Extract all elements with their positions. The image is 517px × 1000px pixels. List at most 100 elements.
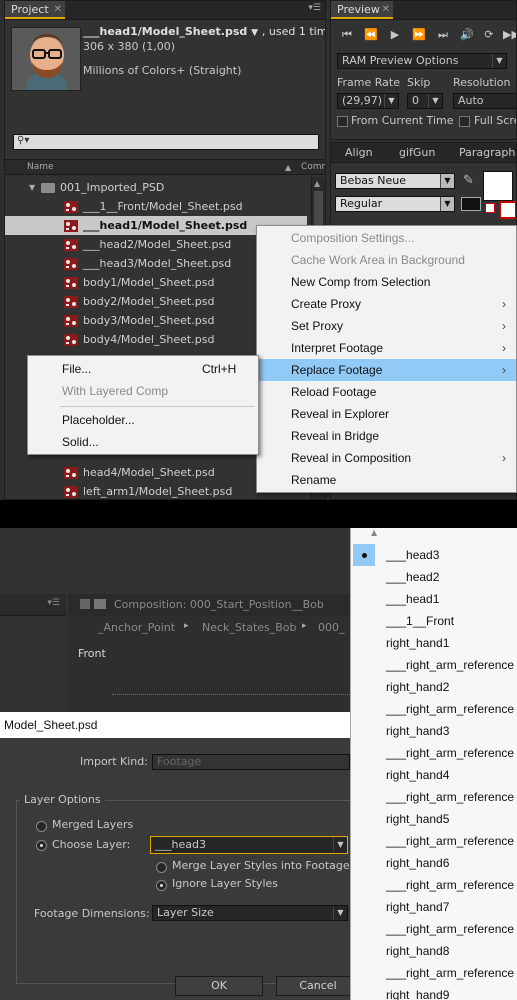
first-frame-icon[interactable]: ⏮ xyxy=(339,28,355,42)
menu-item-reveal-in-explorer[interactable]: Reveal in Explorer xyxy=(257,403,516,425)
merged-layers-radio[interactable] xyxy=(36,821,47,832)
tab-gifgun[interactable]: gifGun xyxy=(399,144,435,161)
menu-item-reveal-in-bridge[interactable]: Reveal in Bridge xyxy=(257,425,516,447)
ignore-layer-styles-radio[interactable] xyxy=(156,880,167,891)
layer-option[interactable]: ___right_arm_reference xyxy=(351,962,517,984)
column-comment[interactable]: Comm xyxy=(301,160,325,175)
ram-preview-options-select[interactable]: RAM Preview Options ▼ xyxy=(337,53,507,69)
tab-preview[interactable]: Preview ✕ xyxy=(331,1,393,19)
menu-item-reveal-in-composition[interactable]: Reveal in Composition › xyxy=(257,447,516,469)
panel-menu-icon[interactable]: ▾☰ xyxy=(308,3,321,13)
menu-item-solid[interactable]: Solid... xyxy=(28,431,258,453)
menu-item-replace-footage[interactable]: Replace Footage › xyxy=(257,359,516,381)
project-item-label: body3/Model_Sheet.psd xyxy=(83,314,215,327)
layer-option[interactable]: ___right_arm_reference xyxy=(351,654,517,676)
sort-icon[interactable]: ▲ xyxy=(285,160,291,175)
breadcrumb-item[interactable]: _Anchor_Point xyxy=(98,621,175,634)
layer-option-label: ___1__Front xyxy=(386,614,455,628)
last-frame-icon[interactable]: ⏭ xyxy=(435,28,451,42)
footage-thumbnail xyxy=(11,27,81,91)
project-item[interactable]: ___1__Front/Model_Sheet.psd xyxy=(5,197,307,216)
composition-tab-title[interactable]: Composition: 000_Start_Position__Bob xyxy=(114,598,324,611)
layer-option[interactable]: right_hand1 xyxy=(351,632,517,654)
layer-option[interactable]: ___right_arm_reference xyxy=(351,874,517,896)
ignore-layer-styles-label: Ignore Layer Styles xyxy=(172,877,278,890)
layer-option[interactable]: right_hand4 xyxy=(351,764,517,786)
menu-item-file[interactable]: File... Ctrl+H xyxy=(28,358,258,380)
menu-item-rename[interactable]: Rename xyxy=(257,469,516,491)
panel-menu-icon[interactable]: ▾☰ xyxy=(47,598,60,608)
expand-triangle-icon[interactable]: ▼ xyxy=(29,178,35,197)
resolution-select[interactable]: Auto xyxy=(453,93,516,109)
column-name[interactable]: Name xyxy=(27,160,54,175)
black-swatch-icon[interactable] xyxy=(461,197,481,211)
layer-option[interactable]: ___right_arm_reference xyxy=(351,830,517,852)
psd-file-icon xyxy=(63,219,79,233)
menu-item-set-proxy[interactable]: Set Proxy › xyxy=(257,315,516,337)
stroke-color-swatch[interactable] xyxy=(499,201,516,219)
tab-paragraph[interactable]: Paragraph xyxy=(459,144,515,161)
layer-option[interactable]: right_hand9 xyxy=(351,984,517,1000)
layer-option[interactable]: ___1__Front xyxy=(351,610,517,632)
loop-icon[interactable]: ⟳ xyxy=(481,28,497,42)
chevron-down-icon: ▼ xyxy=(333,906,347,920)
layer-option[interactable]: right_hand3 xyxy=(351,720,517,742)
next-frame-icon[interactable]: ⏩ xyxy=(411,28,427,42)
footage-dimensions-select[interactable]: Layer Size ▼ xyxy=(152,905,348,921)
layer-option[interactable]: right_hand5 xyxy=(351,808,517,830)
from-current-time-checkbox[interactable] xyxy=(337,116,348,127)
font-family-select[interactable]: Bebas Neue ▼ xyxy=(335,173,455,189)
layer-option[interactable]: ___right_arm_reference xyxy=(351,918,517,940)
ok-button[interactable]: OK xyxy=(175,976,263,996)
menu-item-new-comp-from-selection[interactable]: New Comp from Selection xyxy=(257,271,516,293)
full-screen-checkbox[interactable] xyxy=(459,116,470,127)
layer-option[interactable]: ___right_arm_reference xyxy=(351,742,517,764)
search-icon: ⚲▾ xyxy=(17,135,30,146)
no-color-icon[interactable] xyxy=(485,203,495,213)
eyedropper-icon[interactable]: ✎ xyxy=(463,173,474,188)
guide-line xyxy=(112,694,368,695)
window-divider xyxy=(0,500,517,528)
choose-layer-radio[interactable] xyxy=(36,840,47,851)
breadcrumb-item[interactable]: 000_ xyxy=(318,621,345,634)
merge-layer-styles-radio[interactable] xyxy=(156,862,167,873)
layer-option[interactable]: ___head3 xyxy=(351,544,517,566)
close-icon[interactable]: ✕ xyxy=(54,1,62,19)
frame-rate-select[interactable]: (29,97) ▼ xyxy=(337,93,399,109)
layer-option[interactable]: right_hand7 xyxy=(351,896,517,918)
chevron-down-icon[interactable]: ▼ xyxy=(251,28,258,38)
layer-option[interactable]: ___right_arm_reference xyxy=(351,786,517,808)
play-icon[interactable]: ▶ xyxy=(387,28,403,42)
fill-color-swatch[interactable] xyxy=(483,171,513,201)
layer-option[interactable]: ___head2 xyxy=(351,566,517,588)
audio-icon[interactable]: 🔊 xyxy=(459,28,475,42)
menu-item-create-proxy[interactable]: Create Proxy › xyxy=(257,293,516,315)
font-style-select[interactable]: Regular ▼ xyxy=(335,196,455,212)
psd-file-icon xyxy=(63,276,79,290)
choose-layer-select[interactable]: ___head3 ▼ xyxy=(150,836,348,854)
layer-option[interactable]: right_hand8 xyxy=(351,940,517,962)
layer-option[interactable]: right_hand2 xyxy=(351,676,517,698)
lock-icon[interactable] xyxy=(80,599,90,609)
close-icon[interactable]: ✕ xyxy=(382,1,390,19)
folder-row[interactable]: ▼ 001_Imported_PSD xyxy=(5,178,307,197)
scroll-up-icon[interactable]: ▲ xyxy=(371,528,377,537)
ram-preview-icon[interactable]: ▶▶ xyxy=(503,28,516,42)
search-input[interactable]: ⚲▾ xyxy=(13,134,319,150)
tab-align[interactable]: Align xyxy=(345,144,373,161)
project-item-label: head4/Model_Sheet.psd xyxy=(83,466,215,479)
menu-item-reload-footage[interactable]: Reload Footage xyxy=(257,381,516,403)
layer-option[interactable]: ___head1 xyxy=(351,588,517,610)
layer-option[interactable]: right_hand6 xyxy=(351,852,517,874)
cancel-button[interactable]: Cancel xyxy=(276,976,360,996)
skip-select[interactable]: 0 ▼ xyxy=(407,93,443,109)
tab-project[interactable]: Project ✕ xyxy=(5,1,65,19)
previous-frame-icon[interactable]: ⏪ xyxy=(363,28,379,42)
layer-option[interactable]: ___right_arm_reference xyxy=(351,698,517,720)
menu-item-interpret-footage[interactable]: Interpret Footage › xyxy=(257,337,516,359)
footage-colors: Millions of Colors+ (Straight) xyxy=(83,64,242,77)
breadcrumb-item[interactable]: Neck_States_Bob xyxy=(202,621,297,634)
scroll-up-icon[interactable]: ▲ xyxy=(314,179,320,188)
menu-item-placeholder[interactable]: Placeholder... xyxy=(28,409,258,431)
menu-item-label: Reveal in Bridge xyxy=(291,429,380,443)
